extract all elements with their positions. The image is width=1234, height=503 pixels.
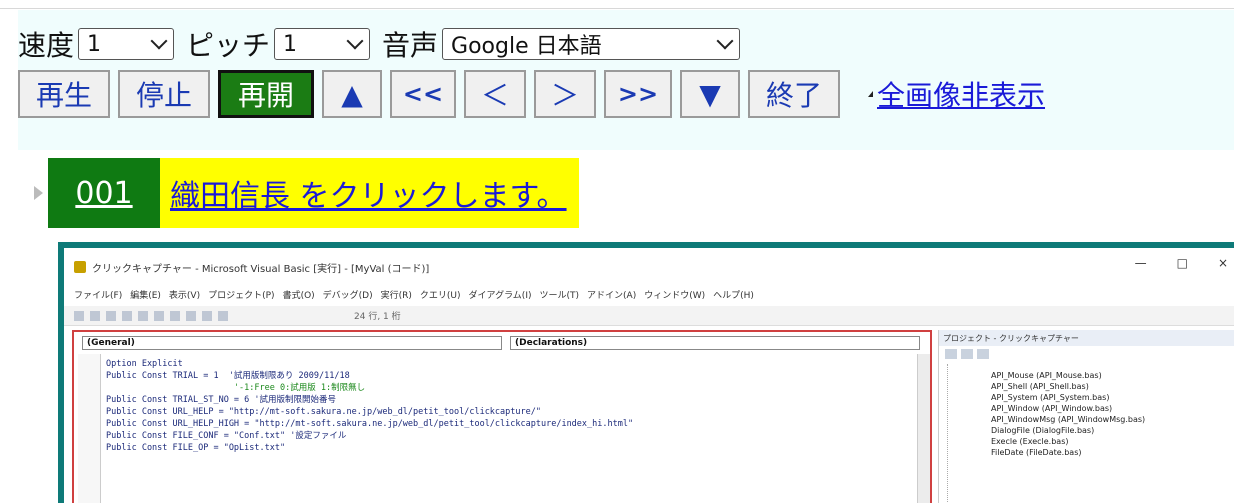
minimize-icon: — [1134,256,1147,270]
tree-item: API_Window (API_Window.bas) [991,404,1113,413]
speed-select[interactable]: 1 [78,28,175,60]
next-button[interactable]: ＞ [534,70,596,118]
menu-item: 書式(O) [282,290,315,301]
play-button[interactable]: 再生 [18,70,110,118]
triangle-icon [868,91,873,97]
first-button[interactable]: << [390,70,456,118]
menu-item: 編集(E) [130,290,161,301]
prev-button[interactable]: ＜ [464,70,526,118]
menu-item: アドイン(A) [587,290,637,301]
object-combo: (General) [82,336,502,350]
close-icon: × [1217,256,1228,270]
hide-all-images-link[interactable]: 全画像非表示 [877,74,1045,114]
chevron-down-icon [150,32,168,50]
menu-item: デバッグ(D) [322,290,373,301]
code-line: Public Const URL_HELP_HIGH = "http://mt-… [106,419,634,429]
project-explorer: プロジェクト - クリックキャプチャー API_Mouse (API_Mouse… [938,330,1234,503]
toolbar-icon [106,310,116,321]
code-line: Public Const TRIAL = 1 '試用版制限あり 2009/11/… [106,371,350,381]
vb-menubar: ファイル(F) 編集(E) 表示(V) プロジェクト(P) 書式(O) デバッグ… [64,286,1234,302]
last-button[interactable]: >> [604,70,672,118]
step-number[interactable]: 001 [48,158,160,228]
folder-icon [977,349,989,359]
project-header: プロジェクト - クリックキャプチャー [939,330,1234,346]
stop-button[interactable]: 停止 [118,70,210,118]
code-line: Option Explicit [106,359,183,369]
top-divider [0,8,1234,9]
toolbar-icon [154,310,164,321]
code-line: Public Const TRIAL_ST_NO = 6 '試用版制限開始番号 [106,395,337,405]
voice-value: Google 日本語 [451,34,602,59]
menu-item: ダイアグラム(I) [468,290,532,301]
menu-item: ウィンドウ(W) [644,290,706,301]
hide-images-toggle[interactable]: 全画像非表示 [868,74,1045,114]
toolbar-icon [74,310,84,321]
speed-value: 1 [87,31,102,57]
tree-item: DialogFile (DialogFile.bas) [991,426,1095,435]
step-description[interactable]: 織田信長 をクリックします。 [160,158,579,228]
pitch-value: 1 [283,31,298,57]
chevron-down-icon [716,32,734,50]
menu-item: ファイル(F) [74,290,123,301]
tree-item: Execle (Execle.bas) [991,437,1069,446]
toolbar-icon [122,310,132,321]
voice-label: 音声 [382,29,439,62]
code-line: Public Const FILE_CONF = "Conf.txt" '設定フ… [106,431,347,441]
pitch-select[interactable]: 1 [274,28,371,60]
up-button[interactable]: ▲ [322,70,382,118]
vb-titlebar: クリックキャプチャー - Microsoft Visual Basic [実行]… [64,256,1234,278]
vb-window-title: クリックキャプチャー - Microsoft Visual Basic [実行]… [92,263,430,275]
exit-button[interactable]: 終了 [748,70,840,118]
code-line: Public Const FILE_OP = "OpList.txt" [106,443,286,453]
vb-toolbar: 24 行, 1 桁 [64,306,1234,326]
tree-item: API_Mouse (API_Mouse.bas) [991,371,1102,380]
maximize-icon: □ [1176,256,1188,270]
menu-item: プロジェクト(P) [208,290,275,301]
view-object-icon [961,349,973,359]
pitch-label: ピッチ [186,29,271,62]
menu-item: 表示(V) [168,290,201,301]
menu-item: クエリ(U) [419,290,461,301]
code-line: Public Const URL_HELP = "http://mt-soft.… [106,407,541,417]
project-tree: API_Mouse (API_Mouse.bas) API_Shell (API_… [991,370,1145,458]
cursor-position: 24 行, 1 桁 [354,312,401,322]
app-icon [74,261,86,273]
speed-label: 速度 [18,29,75,62]
playback-toolbar: 再生 停止 再開 ▲ << ＜ ＞ >> ▼ 終了 全画像非表示 [18,69,1045,119]
code-gutter [78,354,101,503]
toolbar-icon [202,310,212,321]
menu-item: ヘルプ(H) [713,290,754,301]
tree-item: API_Shell (API_Shell.bas) [991,382,1089,391]
menu-item: 実行(R) [380,290,412,301]
step-item: 001 織田信長 をクリックします。 [34,158,579,228]
project-toolbar [939,346,1234,362]
resume-button[interactable]: 再開 [218,70,314,118]
procedure-combo: (Declarations) [510,336,920,350]
code-line: '-1:Free 0:試用版 1:制限無し [106,383,366,393]
tree-item: FileDate (FileDate.bas) [991,448,1082,457]
code-window: (General) (Declarations) Option Explicit… [72,330,932,503]
toolbar-icon [218,310,228,321]
window-controls: — □ × [1135,256,1228,270]
expand-icon[interactable] [34,186,43,200]
tree-item: API_WindowMsg (API_WindowMsg.bas) [991,415,1146,424]
toolbar-icon [90,310,100,321]
code-scrollbar [917,354,930,503]
view-code-icon [945,349,957,359]
settings-row: 速度 1 ピッチ 1 音声 Google 日本語 [18,24,752,64]
tree-item: API_System (API_System.bas) [991,393,1110,402]
tree-line [947,364,949,503]
down-button[interactable]: ▼ [680,70,740,118]
toolbar-icon [186,310,196,321]
menu-item: ツール(T) [539,290,580,301]
code-lines: Option Explicit Public Const TRIAL = 1 '試… [106,358,633,454]
voice-select[interactable]: Google 日本語 [442,28,741,60]
toolbar-icon [170,310,180,321]
chevron-down-icon [346,32,364,50]
toolbar-icon [138,310,148,321]
step-screenshot: クリックキャプチャー - Microsoft Visual Basic [実行]… [64,248,1234,503]
